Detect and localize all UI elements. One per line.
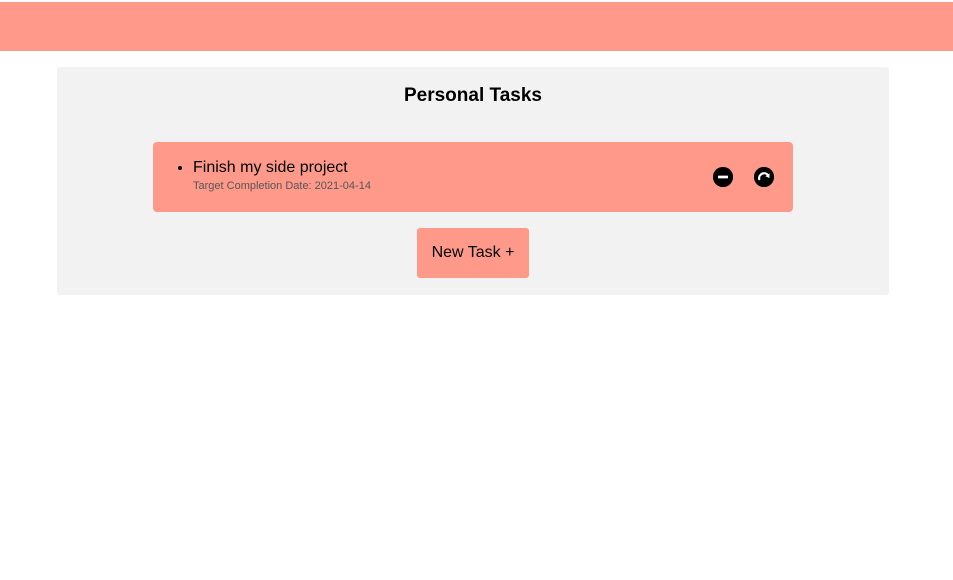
task-name: Finish my side project (193, 159, 348, 176)
remove-icon (713, 167, 733, 187)
personal-tasks-panel: Personal Tasks Finish my side project Ta… (57, 67, 889, 295)
task-card: Finish my side project Target Completion… (153, 142, 793, 212)
task-list: Finish my side project Target Completion… (193, 158, 371, 192)
list-item: Finish my side project Target Completion… (193, 158, 371, 192)
remove-task-button[interactable] (713, 167, 733, 187)
top-header-bar (0, 2, 953, 51)
new-task-button[interactable]: New Task + (417, 228, 529, 278)
redo-task-button[interactable] (754, 167, 774, 187)
task-target-date: Target Completion Date: 2021-04-14 (193, 180, 371, 192)
panel-title: Personal Tasks (403, 85, 542, 106)
redo-icon (754, 167, 774, 187)
